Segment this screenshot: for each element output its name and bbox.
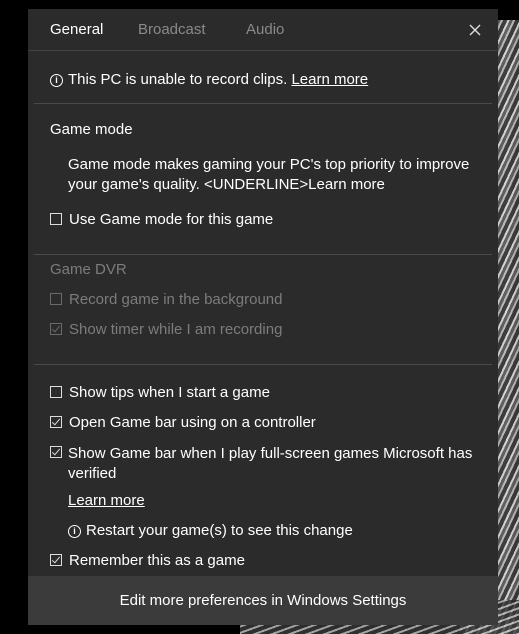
fullscreen-gamebar-checkbox[interactable]: [50, 444, 69, 461]
tab-audio[interactable]: Audio: [246, 21, 284, 38]
use-game-mode-label: Use Game mode for this game: [69, 211, 274, 228]
remember-game-label: Remember this as a game: [69, 552, 245, 569]
checkbox-icon: [50, 293, 62, 305]
edit-preferences-button[interactable]: Edit more preferences in Windows Setting…: [28, 576, 498, 625]
tab-broadcast[interactable]: Broadcast: [138, 21, 206, 38]
notice-text: This PC is unable to record clips.: [68, 71, 288, 88]
show-timer-checkbox: Show timer while I am recording: [50, 321, 282, 338]
game-dvr-heading: Game DVR: [50, 261, 127, 278]
show-timer-label: Show timer while I am recording: [69, 321, 283, 338]
tab-bar: General Broadcast Audio: [28, 9, 498, 51]
info-icon: i: [50, 74, 63, 87]
clip-record-notice: i This PC is unable to record clips. Lear…: [50, 71, 368, 88]
checkbox-checked-icon[interactable]: [50, 554, 62, 566]
checkbox-checked-icon: [50, 323, 62, 335]
record-background-checkbox: Record game in the background: [50, 291, 282, 308]
show-tips-label: Show tips when I start a game: [69, 384, 270, 401]
fullscreen-gamebar-label: Show Game bar when I play full-screen ga…: [68, 445, 473, 482]
divider: [34, 364, 492, 365]
checkbox-checked-icon[interactable]: [50, 446, 62, 458]
restart-notice: i Restart your game(s) to see this change: [68, 522, 353, 539]
checkbox-icon[interactable]: [50, 386, 62, 398]
game-mode-description: Game mode makes gaming your PC's top pri…: [68, 156, 470, 193]
divider: [34, 254, 492, 255]
use-game-mode-checkbox[interactable]: Use Game mode for this game: [50, 211, 273, 228]
record-background-label: Record game in the background: [69, 291, 283, 308]
restart-notice-text: Restart your game(s) to see this change: [86, 522, 353, 539]
divider: [34, 103, 492, 104]
remember-game-checkbox[interactable]: Remember this as a game: [50, 552, 245, 569]
tab-general[interactable]: General: [50, 21, 103, 38]
notice-learn-more-link[interactable]: Learn more: [291, 71, 368, 88]
open-gamebar-label: Open Game bar using on a controller: [69, 414, 316, 431]
info-icon: i: [68, 525, 81, 538]
game-mode-heading: Game mode: [50, 121, 133, 138]
checkbox-icon[interactable]: [50, 213, 62, 225]
open-gamebar-checkbox[interactable]: Open Game bar using on a controller: [50, 414, 316, 431]
show-tips-checkbox[interactable]: Show tips when I start a game: [50, 384, 270, 401]
game-bar-settings-panel: General Broadcast Audio i This PC is unab…: [28, 9, 498, 625]
options-learn-more-link[interactable]: Learn more: [68, 492, 145, 509]
close-icon[interactable]: [468, 23, 482, 37]
checkbox-checked-icon[interactable]: [50, 416, 62, 428]
